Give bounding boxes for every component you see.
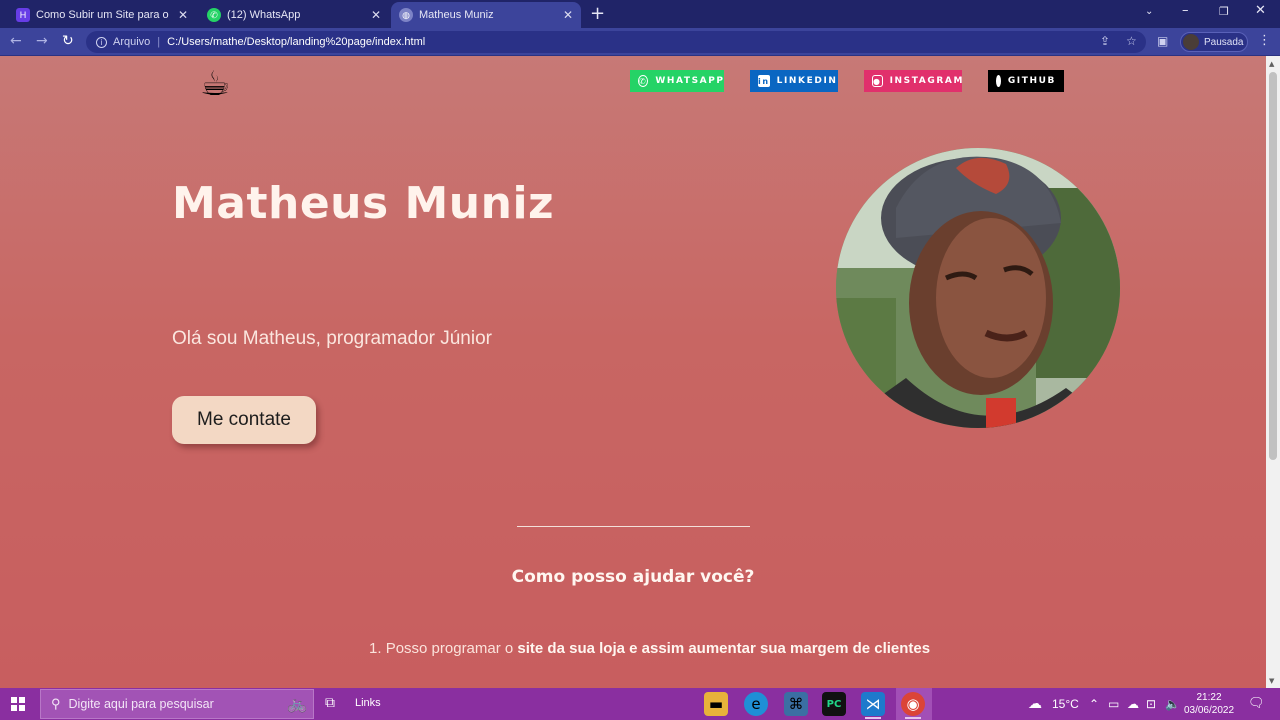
security-label: Arquivo xyxy=(113,36,151,48)
forward-icon[interactable]: → xyxy=(36,33,48,49)
scrollbar[interactable]: ▲ ▼ xyxy=(1266,56,1280,688)
whatsapp-icon: ✆ xyxy=(207,8,221,22)
page-viewport: ☕ ✆ WHATSAPP in LINKEDIN ● INSTAGRAM GIT… xyxy=(0,56,1266,688)
help-section-title: Como posso ajudar você? xyxy=(511,567,755,587)
side-panel-icon[interactable]: ▣ xyxy=(1157,34,1168,48)
taskbar-search-input[interactable]: ⚲ Digite aqui para pesquisar 🚲 xyxy=(40,689,314,719)
github-label: GITHUB xyxy=(1007,76,1056,86)
profile-photo-illustration xyxy=(836,148,1120,428)
profile-photo xyxy=(836,148,1120,428)
profile-button[interactable]: Pausada xyxy=(1180,32,1248,52)
tab-label: Matheus Muniz xyxy=(419,9,494,21)
volume-icon[interactable]: 🔈 xyxy=(1165,697,1180,711)
section-divider xyxy=(517,526,750,527)
tab-search-icon[interactable]: ⌄ xyxy=(1145,6,1153,17)
scroll-down-icon[interactable]: ▼ xyxy=(1269,677,1274,685)
search-placeholder: Digite aqui para pesquisar xyxy=(68,697,214,711)
links-toolbar[interactable]: Links xyxy=(355,697,381,709)
hero-subtitle: Olá sou Matheus, programador Júnior xyxy=(172,328,492,349)
page-title: Matheus Muniz xyxy=(172,178,555,229)
share-icon[interactable]: ⇪ xyxy=(1100,34,1110,48)
chrome-icon[interactable]: ◉ xyxy=(901,692,925,719)
separator: | xyxy=(157,36,161,48)
weather-icon[interactable]: ☁ xyxy=(1028,695,1042,712)
file-explorer-icon[interactable]: ▬ xyxy=(704,692,728,716)
system-clock[interactable]: 21:22 03/06/2022 xyxy=(1183,691,1235,717)
linkedin-label: LINKEDIN xyxy=(776,76,838,86)
hostinger-icon: H xyxy=(16,8,30,22)
bookmark-star-icon[interactable]: ☆ xyxy=(1126,34,1137,48)
instagram-button[interactable]: ● INSTAGRAM xyxy=(864,70,962,92)
instagram-icon: ● xyxy=(872,75,883,87)
pycharm-icon[interactable]: PC xyxy=(822,692,846,716)
cloud-sync-icon[interactable]: ☁ xyxy=(1127,697,1139,711)
list-highlight: site da sua loja e assim aumentar sua ma… xyxy=(517,640,931,657)
scroll-up-icon[interactable]: ▲ xyxy=(1269,60,1274,68)
meet-icon[interactable]: ▭ xyxy=(1108,697,1119,711)
list-item: 1. Posso programar o site da sua loja e … xyxy=(369,640,930,657)
vscode-icon[interactable]: ⋊ xyxy=(861,692,885,719)
tab-matheus-muniz[interactable]: ◍ Matheus Muniz ✕ xyxy=(391,2,581,28)
minimize-button[interactable]: – xyxy=(1182,3,1189,18)
reload-icon[interactable]: ↻ xyxy=(62,33,74,49)
windows-start-icon[interactable] xyxy=(11,697,25,711)
linkedin-button[interactable]: in LINKEDIN xyxy=(750,70,838,92)
restore-button[interactable]: ❐ xyxy=(1219,5,1229,18)
globe-icon: ◍ xyxy=(399,8,413,22)
clock-time: 21:22 xyxy=(1196,692,1222,703)
edge-icon[interactable]: e xyxy=(744,692,768,716)
python-icon[interactable]: ⌘ xyxy=(784,692,808,716)
tab-hostinger[interactable]: H Como Subir um Site para o Servic ✕ xyxy=(8,2,196,28)
close-window-button[interactable]: ✕ xyxy=(1255,3,1266,18)
list-text: Posso programar o xyxy=(385,640,514,657)
clock-date: 03/06/2022 xyxy=(1183,705,1235,716)
notification-icon[interactable]: 🗨 xyxy=(1248,696,1265,711)
search-icon: ⚲ xyxy=(51,696,61,711)
chevron-up-icon[interactable]: ⌃ xyxy=(1089,697,1099,711)
github-icon xyxy=(996,75,1001,87)
search-highlight-icon: 🚲 xyxy=(287,696,307,713)
profile-label: Pausada xyxy=(1204,36,1244,48)
whatsapp-button[interactable]: ✆ WHATSAPP xyxy=(630,70,724,92)
contact-button[interactable]: Me contate xyxy=(172,396,316,444)
tab-label: Como Subir um Site para o Servic xyxy=(36,9,172,21)
close-icon[interactable]: ✕ xyxy=(563,8,573,22)
url-text[interactable]: C:/Users/mathe/Desktop/landing%20page/in… xyxy=(167,36,425,48)
tab-strip: H Como Subir um Site para o Servic ✕ ✆ (… xyxy=(0,0,1280,28)
new-tab-button[interactable]: + xyxy=(590,3,605,24)
taskbar: ⚲ Digite aqui para pesquisar 🚲 ⧉ Links ▬… xyxy=(0,688,1280,720)
info-icon[interactable]: i xyxy=(96,36,107,48)
avatar xyxy=(1183,34,1199,50)
whatsapp-icon: ✆ xyxy=(638,75,649,87)
task-view-icon[interactable]: ⧉ xyxy=(325,695,335,711)
back-icon[interactable]: ← xyxy=(10,33,22,49)
tab-whatsapp[interactable]: ✆ (12) WhatsApp ✕ xyxy=(199,2,389,28)
tab-label: (12) WhatsApp xyxy=(227,9,301,21)
address-bar: ← → ↻ i Arquivo | C:/Users/mathe/Desktop… xyxy=(0,28,1280,56)
weather-temp[interactable]: 15°C xyxy=(1052,697,1079,711)
close-icon[interactable]: ✕ xyxy=(178,8,188,22)
scrollbar-thumb[interactable] xyxy=(1269,72,1277,460)
network-icon[interactable]: ⊡ xyxy=(1146,697,1156,711)
omnibox[interactable]: i Arquivo | C:/Users/mathe/Desktop/landi… xyxy=(86,31,1146,53)
list-number: 1. xyxy=(369,640,382,657)
instagram-label: INSTAGRAM xyxy=(889,76,965,86)
close-icon[interactable]: ✕ xyxy=(371,8,381,22)
coffee-logo-icon: ☕ xyxy=(200,64,231,104)
whatsapp-label: WHATSAPP xyxy=(655,76,725,86)
linkedin-icon: in xyxy=(758,75,770,87)
menu-icon[interactable]: ⋮ xyxy=(1258,33,1271,48)
github-button[interactable]: GITHUB xyxy=(988,70,1064,92)
